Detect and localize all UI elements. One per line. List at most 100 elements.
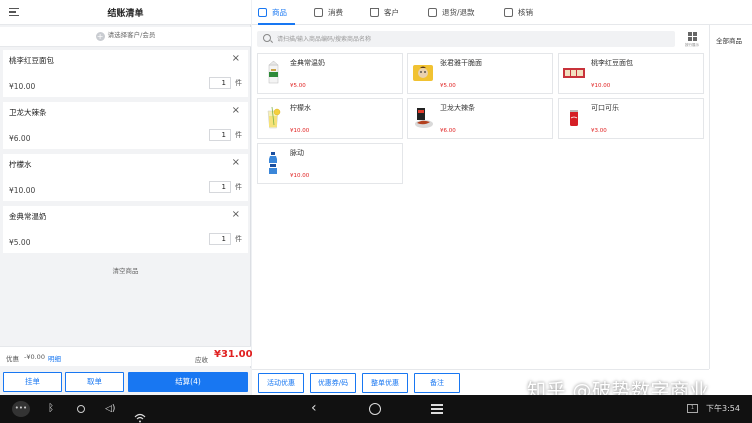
quantity-field[interactable]: 1 xyxy=(209,77,231,89)
product-name: 卫龙大辣条 xyxy=(440,104,475,112)
tab-verify[interactable]: 核销 xyxy=(504,0,533,25)
grid-icon xyxy=(688,32,692,36)
product-price: ¥10.00 xyxy=(290,128,310,134)
product-card[interactable]: 卫龙大辣条 ¥6.00 xyxy=(407,98,553,139)
cart-item-name: 柠檬水 xyxy=(9,160,32,169)
crown-icon xyxy=(370,7,379,17)
tab-return[interactable]: 退货/退款 xyxy=(428,0,475,25)
product-name: 桃李红豆面包 xyxy=(591,59,633,67)
quantity-field[interactable]: 1 xyxy=(209,129,231,141)
product-card[interactable]: 桃李红豆面包 ¥10.00 xyxy=(558,53,704,94)
amount-due-value: ¥31.00 xyxy=(214,349,253,360)
quantity-field[interactable]: 1 xyxy=(209,233,231,245)
hang-order-button[interactable]: 挂单 xyxy=(3,372,62,392)
grid-icon-cell xyxy=(693,32,697,36)
tab-label: 客户 xyxy=(384,8,399,17)
cart-item-name: 卫龙大辣条 xyxy=(9,108,47,117)
product-card[interactable]: 可口可乐 ¥3.00 xyxy=(558,98,704,139)
product-card[interactable]: 张君雅干脆面 ¥5.00 xyxy=(407,53,553,94)
close-icon[interactable]: × xyxy=(232,157,240,168)
cart-item-price: ¥10.00 xyxy=(9,186,36,195)
product-name: 张君雅干脆面 xyxy=(440,59,482,67)
select-customer-button[interactable]: + 请选择客户/会员 xyxy=(0,27,251,47)
close-icon[interactable]: × xyxy=(232,53,240,64)
grid-icon-cell xyxy=(688,37,692,41)
cart-panel: 结账清单 + 请选择客户/会员 桃李红豆面包 × ¥10.00 1 件 卫龙大辣条… xyxy=(0,0,253,395)
cart-header: 结账清单 xyxy=(0,0,251,25)
product-price: ¥10.00 xyxy=(290,173,310,179)
select-customer-label: 请选择客户/会员 xyxy=(107,31,156,39)
tab-customer[interactable]: 客户 xyxy=(370,0,399,25)
bag-icon xyxy=(314,7,323,17)
search-input[interactable] xyxy=(277,31,667,47)
plus-icon: + xyxy=(95,32,105,41)
product-price: ¥6.00 xyxy=(440,128,456,134)
activity-discount-button[interactable]: 活动优惠 xyxy=(258,373,304,393)
product-card[interactable]: 脉动 ¥10.00 xyxy=(257,143,403,184)
cola-can-icon xyxy=(570,110,578,126)
cart-title: 结账清单 xyxy=(107,9,144,19)
product-name: 脉动 xyxy=(290,149,304,157)
tab-consume[interactable]: 消费 xyxy=(314,0,343,25)
clear-goods-button[interactable]: 清空商品 xyxy=(0,265,251,275)
main-tabs: 商品 消费 客户 退货/退款 核销 xyxy=(252,0,752,25)
more-icon[interactable]: ••• xyxy=(12,401,30,417)
product-card[interactable]: 柠檬水 ¥10.00 xyxy=(257,98,403,139)
recent-apps-icon[interactable] xyxy=(431,404,443,414)
home-icon[interactable] xyxy=(369,403,381,415)
remark-button[interactable]: 备注 xyxy=(414,373,460,393)
cart-item: 金典常温奶 × ¥5.00 1 件 xyxy=(3,206,248,253)
document-icon xyxy=(504,7,513,17)
coupon-button[interactable]: 优惠券/码 xyxy=(310,373,356,393)
search-icon xyxy=(263,34,271,42)
cart-item: 卫龙大辣条 × ¥6.00 1 件 xyxy=(3,102,248,149)
cart-summary: 优惠 -¥0.00 明细 应收 ¥31.00 xyxy=(0,346,253,366)
volume-icon[interactable]: ◁) xyxy=(105,395,115,423)
take-order-button[interactable]: 取单 xyxy=(65,372,124,392)
quantity-unit: 件 xyxy=(235,235,242,243)
back-icon[interactable]: ‹ xyxy=(311,395,317,423)
tab-label: 核销 xyxy=(518,8,533,17)
product-price: ¥10.00 xyxy=(591,83,611,89)
cart-item-name: 桃李红豆面包 xyxy=(9,56,54,65)
product-card[interactable]: 金典常温奶 ¥5.00 xyxy=(257,53,403,94)
tab-label: 商品 xyxy=(272,8,287,17)
discount-detail-link[interactable]: 明细 xyxy=(48,353,61,363)
cart-item: 柠檬水 × ¥10.00 1 件 xyxy=(3,154,248,201)
bluetooth-icon[interactable]: ᛒ xyxy=(48,395,54,423)
lemonade-glass-icon xyxy=(267,106,281,129)
amount-due-label: 应收 xyxy=(195,356,208,364)
discount-label: 优惠 xyxy=(6,355,19,363)
cart-actions: 挂单 取单 结算(4) xyxy=(0,368,251,395)
brightness-icon[interactable] xyxy=(77,405,85,413)
clock: 下午3:54 xyxy=(706,404,740,413)
cart-item-price: ¥6.00 xyxy=(9,134,31,143)
spicy-strip-icon xyxy=(415,108,433,128)
keyboard-icon[interactable]: 1 xyxy=(687,404,698,413)
box-icon xyxy=(428,7,437,17)
cart-item-price: ¥5.00 xyxy=(9,238,31,247)
wifi-icon[interactable] xyxy=(134,404,146,423)
cart-item-price: ¥10.00 xyxy=(9,82,36,91)
grid-toggle-button[interactable]: 按行展示 xyxy=(682,30,702,50)
close-icon[interactable]: × xyxy=(232,105,240,116)
product-name: 可口可乐 xyxy=(591,104,619,112)
bread-pack-icon xyxy=(563,68,585,78)
quantity-unit: 件 xyxy=(235,79,242,87)
product-price: ¥5.00 xyxy=(290,83,306,89)
tab-label: 退货/退款 xyxy=(442,8,475,17)
category-sidebar: 全部商品 xyxy=(709,25,752,369)
calendar-icon xyxy=(258,7,267,17)
milk-carton-icon xyxy=(268,60,279,84)
whole-order-discount-button[interactable]: 整单优惠 xyxy=(362,373,408,393)
grid-toggle-label: 按行展示 xyxy=(685,43,699,47)
grid-icon-cell xyxy=(693,37,697,41)
category-all[interactable]: 全部商品 xyxy=(716,35,742,45)
quantity-field[interactable]: 1 xyxy=(209,181,231,193)
tab-goods[interactable]: 商品 xyxy=(258,0,295,25)
tab-label: 消费 xyxy=(328,8,343,17)
cart-item: 桃李红豆面包 × ¥10.00 1 件 xyxy=(3,50,248,97)
checkout-button[interactable]: 结算(4) xyxy=(128,372,248,392)
close-icon[interactable]: × xyxy=(232,209,240,220)
product-name: 柠檬水 xyxy=(290,104,311,112)
